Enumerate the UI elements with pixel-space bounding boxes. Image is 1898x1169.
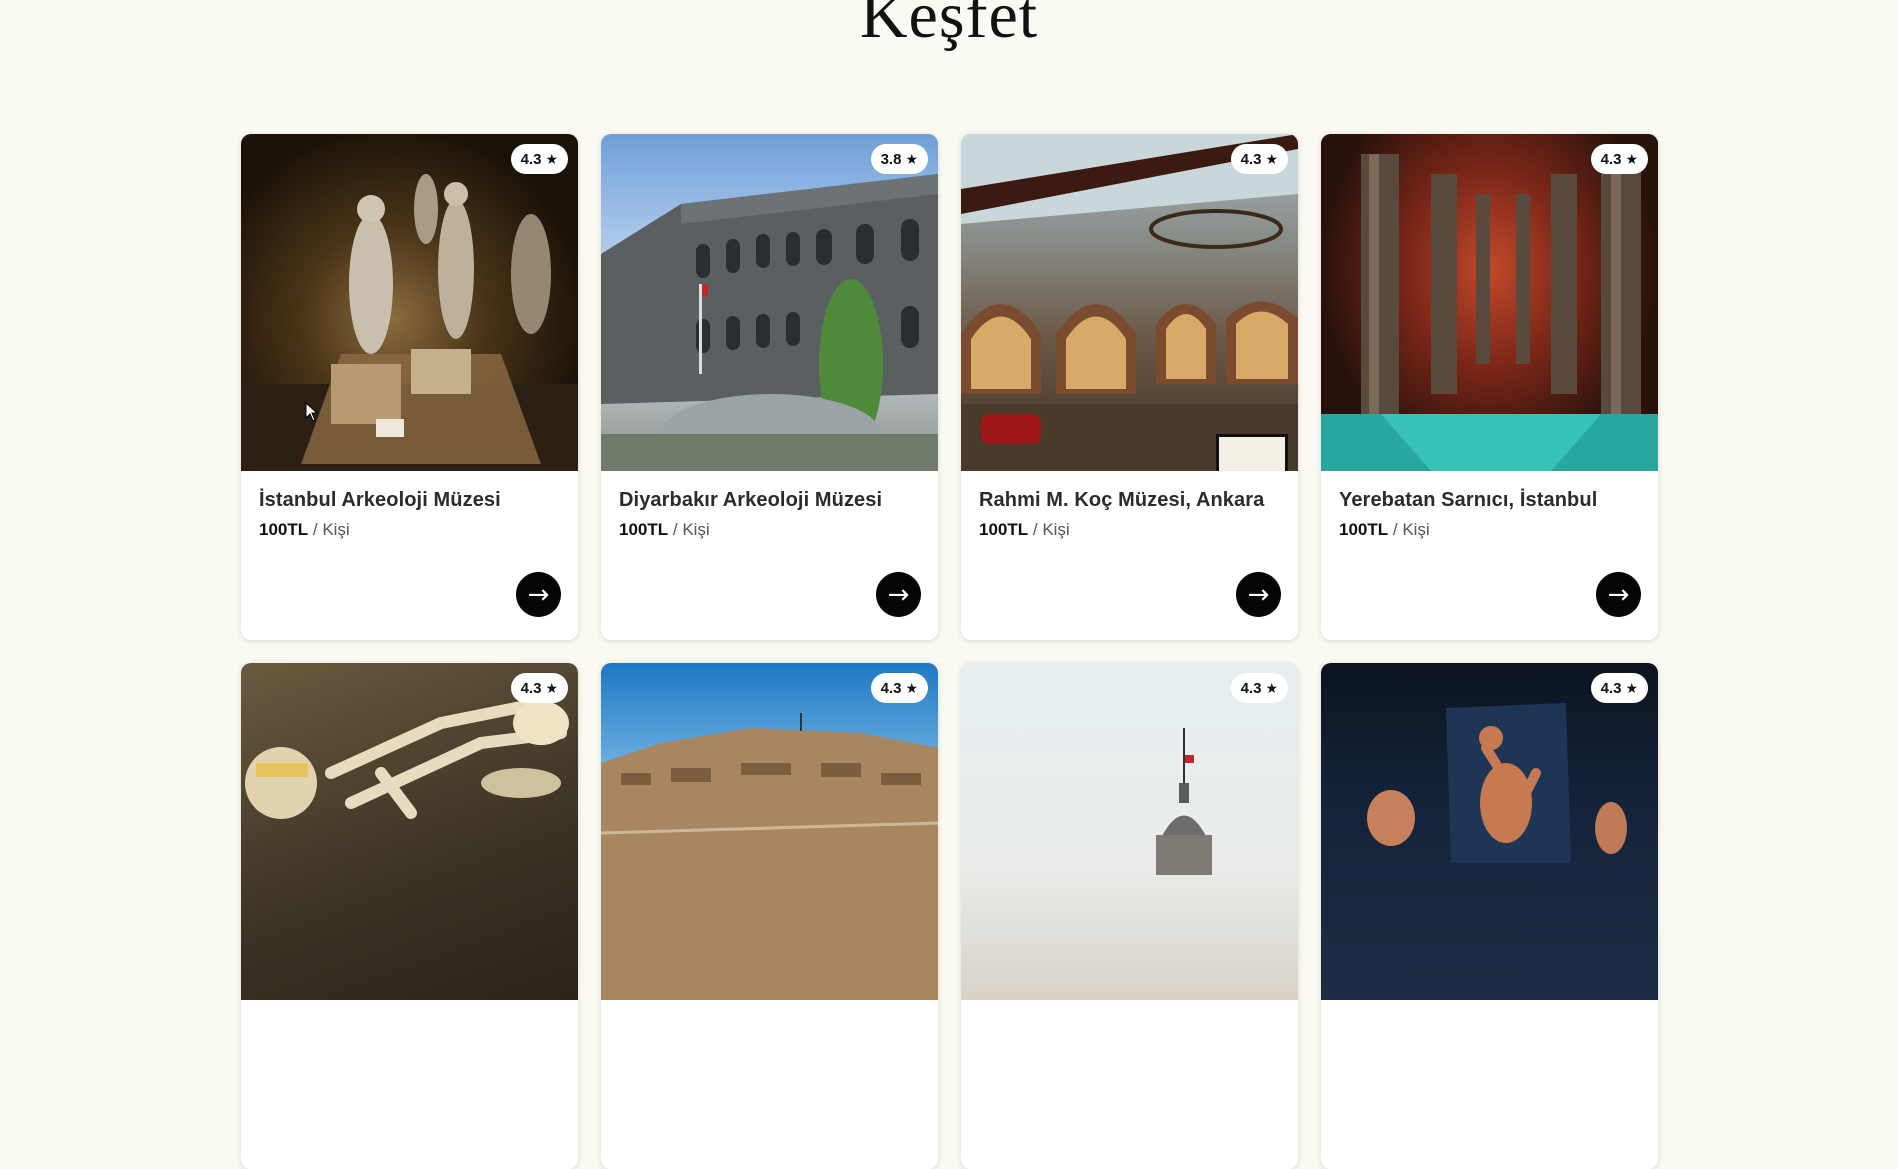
price-amount: 100TL (1339, 520, 1389, 539)
mouse-cursor-icon (305, 402, 319, 422)
place-card[interactable]: 4.3 ★ (961, 663, 1298, 1169)
rating-badge: 4.3 ★ (510, 673, 568, 703)
price-amount: 100TL (259, 520, 309, 539)
place-name: Diyarbakır Arkeoloji Müzesi (619, 489, 883, 511)
price-unit: / Kişi (1392, 520, 1430, 539)
rating-badge: 4.3 ★ (1590, 673, 1648, 703)
arrow-right-icon: → (527, 579, 550, 610)
place-image: 4.3 ★ (1321, 134, 1658, 471)
star-icon: ★ (545, 680, 558, 696)
star-icon: ★ (1265, 151, 1278, 167)
place-card[interactable]: 4.3 ★ Rahmi M. Koç Müzesi, Ankara 100TL /… (961, 134, 1298, 640)
place-image: 4.3 ★ (961, 663, 1298, 1000)
place-card[interactable]: 3.8 ★ Diyarbakır Arkeoloji Müzesi 100TL /… (601, 134, 938, 640)
place-card[interactable]: 4.3 ★ (601, 663, 938, 1169)
place-price: 100TL / Kişi (619, 520, 920, 540)
star-icon: ★ (545, 151, 558, 167)
place-name: İstanbul Arkeoloji Müzesi (259, 489, 501, 511)
rating-badge: 4.3 ★ (1230, 144, 1288, 174)
place-card[interactable]: 4.3 ★ İstanbul Arkeoloji Müzesi 100TL / K… (241, 134, 578, 640)
place-name: Rahmi M. Koç Müzesi, Ankara (979, 489, 1265, 511)
rating-value: 4.3 (880, 680, 902, 697)
place-image: 4.3 ★ (601, 663, 938, 1000)
place-price: 100TL / Kişi (979, 520, 1280, 540)
star-icon: ★ (905, 151, 918, 167)
places-grid: 4.3 ★ İstanbul Arkeoloji Müzesi 100TL / K… (241, 134, 1659, 1169)
place-image: 3.8 ★ (601, 134, 938, 471)
star-icon: ★ (1625, 680, 1638, 696)
place-image: 4.3 ★ (241, 134, 578, 471)
place-image: 4.3 ★ (961, 134, 1298, 471)
place-card[interactable]: 4.3 ★ Yerebatan Sarnıcı, İstanbul 100TL /… (1321, 134, 1658, 640)
rating-badge: 4.3 ★ (870, 673, 928, 703)
arrow-right-icon: → (1247, 579, 1270, 610)
rating-badge: 4.3 ★ (1230, 673, 1288, 703)
rating-value: 4.3 (1600, 151, 1622, 168)
place-name: Yerebatan Sarnıcı, İstanbul (1339, 489, 1598, 511)
price-unit: / Kişi (312, 520, 350, 539)
price-amount: 100TL (619, 520, 669, 539)
rating-value: 3.8 (880, 151, 902, 168)
price-unit: / Kişi (1032, 520, 1070, 539)
rating-value: 4.3 (1240, 151, 1262, 168)
rating-value: 4.3 (520, 680, 542, 697)
rating-badge: 4.3 ★ (1590, 144, 1648, 174)
star-icon: ★ (1265, 680, 1278, 696)
rating-value: 4.3 (1240, 680, 1262, 697)
rating-badge: 3.8 ★ (870, 144, 928, 174)
price-amount: 100TL (979, 520, 1029, 539)
place-image: 4.3 ★ (241, 663, 578, 1000)
place-price: 100TL / Kişi (1339, 520, 1640, 540)
page-title: Keşfet (859, 0, 1039, 52)
arrow-right-icon: → (887, 579, 910, 610)
place-card[interactable]: 4.3 ★ (1321, 663, 1658, 1169)
place-image: 4.3 ★ (1321, 663, 1658, 1000)
place-card[interactable]: 4.3 ★ (241, 663, 578, 1169)
rating-value: 4.3 (520, 151, 542, 168)
star-icon: ★ (1625, 151, 1638, 167)
arrow-right-icon: → (1607, 579, 1630, 610)
rating-value: 4.3 (1600, 680, 1622, 697)
star-icon: ★ (905, 680, 918, 696)
rating-badge: 4.3 ★ (510, 144, 568, 174)
place-price: 100TL / Kişi (259, 520, 560, 540)
go-button[interactable]: → (876, 572, 921, 617)
go-button[interactable]: → (516, 572, 561, 617)
price-unit: / Kişi (672, 520, 710, 539)
go-button[interactable]: → (1236, 572, 1281, 617)
go-button[interactable]: → (1596, 572, 1641, 617)
